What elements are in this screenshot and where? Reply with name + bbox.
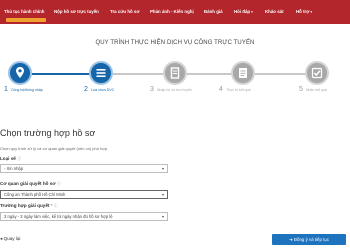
- info-icon[interactable]: ⓘ: [17, 156, 21, 161]
- step-4-circle[interactable]: [231, 61, 255, 85]
- field-label-text: Trường hợp giải quyết: [0, 203, 50, 208]
- info-icon[interactable]: ⓘ: [54, 203, 58, 208]
- step-1-circle[interactable]: [8, 61, 32, 85]
- step-1-label: Công bộ/thông nhập: [11, 88, 43, 92]
- chevron-down-icon: ▾: [251, 10, 253, 14]
- chevron-down-icon: ▾: [161, 192, 164, 197]
- step-5-number: 5: [299, 86, 303, 93]
- list-icon: [96, 69, 106, 77]
- nav-item-phan-anh-kien-nghi[interactable]: Phản ánh - Kiến nghị: [150, 0, 194, 24]
- form-hint: Chọn quy trình xử lý và cơ quan giải quy…: [0, 146, 109, 151]
- nav-item-khao-sat[interactable]: Khảo sát: [265, 0, 284, 24]
- step-5-label: Nhận kết quả: [306, 88, 327, 92]
- nav-item-label: Khảo sát: [265, 9, 284, 14]
- document-icon: [170, 67, 180, 79]
- truong-hop-select[interactable]: 3 ngày - 3 ngày làm việc, kể từ ngày nhậ…: [0, 212, 168, 221]
- nav-item-thu-tuc-hanh-chinh[interactable]: Thủ tục hành chính: [4, 0, 45, 24]
- select-value: - Xin nhập: [4, 166, 24, 171]
- co-quan-select[interactable]: Công an Thành phố Hồ Chí Minh ▾: [0, 190, 168, 199]
- field-label-text: Loại sẽ: [0, 156, 16, 161]
- step-5-circle[interactable]: [305, 61, 329, 85]
- nav-item-nop-ho-so-truc-tuyen[interactable]: Nộp hồ sơ trực tuyến: [54, 0, 99, 24]
- nav-item-tra-cuu-ho-so[interactable]: Tra cứu hồ sơ: [110, 0, 139, 24]
- step-1-number: 1: [4, 86, 8, 93]
- stepper-connector-2-3: [113, 73, 169, 75]
- select-value: 3 ngày - 3 ngày làm việc, kể từ ngày nhậ…: [4, 214, 113, 219]
- nav-item-label: Đánh giá: [204, 9, 223, 14]
- agree-continue-button[interactable]: ➜ Đồng ý và tiếp tục: [272, 234, 346, 245]
- field-label-co-quan: Cơ quan giải quyết hồ sơ ⓘ: [0, 181, 61, 187]
- report-icon: [239, 68, 247, 78]
- nav-item-hoi-dap[interactable]: Hỏi đáp▾: [234, 0, 253, 24]
- select-value: Công an Thành phố Hồ Chí Minh: [4, 192, 66, 197]
- back-button[interactable]: ◂ Quay lại: [0, 236, 20, 242]
- info-icon[interactable]: ⓘ: [57, 181, 61, 186]
- chevron-down-icon: ▾: [161, 214, 164, 219]
- nav-item-label: Tra cứu hồ sơ: [110, 9, 140, 14]
- nav-item-danh-gia[interactable]: Đánh giá: [204, 0, 223, 24]
- page-title: QUY TRÌNH THỰC HIỆN DỊCH VỤ CÔNG TRỰC TU…: [95, 40, 255, 46]
- field-label-text: Cơ quan giải quyết hồ sơ: [0, 181, 56, 186]
- step-2-label: Lựa chọn DVC: [91, 88, 115, 92]
- nav-item-ho-tro[interactable]: Hỗ trợ▾: [296, 0, 312, 24]
- nav-item-label: Nộp hồ sơ trực tuyến: [54, 9, 99, 14]
- step-3-label: Nhập hồ sơ trực tuyến: [157, 88, 192, 92]
- map-pin-icon: [16, 67, 24, 78]
- nav-item-label: Thủ tục hành chính: [4, 9, 45, 14]
- step-3-circle[interactable]: [163, 61, 187, 85]
- field-label-loai: Loại sẽ ⓘ: [0, 156, 21, 162]
- loai-select[interactable]: - Xin nhập ▾: [0, 164, 168, 173]
- step-2-number: 2: [84, 86, 88, 93]
- check-icon: [311, 67, 323, 79]
- stepper-connector-4-5: [249, 73, 309, 75]
- required-mark: *: [50, 203, 53, 208]
- step-4-label: Thực trị kết quả: [226, 88, 251, 92]
- form-title: Chọn trường hợp hồ sơ: [0, 128, 96, 138]
- stepper-connector-3-4: [181, 73, 237, 75]
- nav-item-label: Hỏi đáp: [234, 9, 251, 14]
- field-label-truong-hop: Trường hợp giải quyết * ⓘ: [0, 203, 58, 209]
- step-4-number: 4: [219, 86, 223, 93]
- top-navigation-bar: Thủ tục hành chính Nộp hồ sơ trực tuyến …: [0, 0, 350, 24]
- step-3-number: 3: [150, 86, 154, 93]
- chevron-down-icon: ▾: [161, 166, 164, 171]
- next-button-label: Đồng ý và tiếp tục: [293, 237, 330, 242]
- nav-item-label: Phản ánh - Kiến nghị: [150, 9, 194, 14]
- nav-item-label: Hỗ trợ: [296, 9, 310, 14]
- chevron-down-icon: ▾: [310, 10, 313, 14]
- step-2-circle[interactable]: [89, 61, 113, 85]
- back-button-label: Quay lại: [3, 236, 21, 241]
